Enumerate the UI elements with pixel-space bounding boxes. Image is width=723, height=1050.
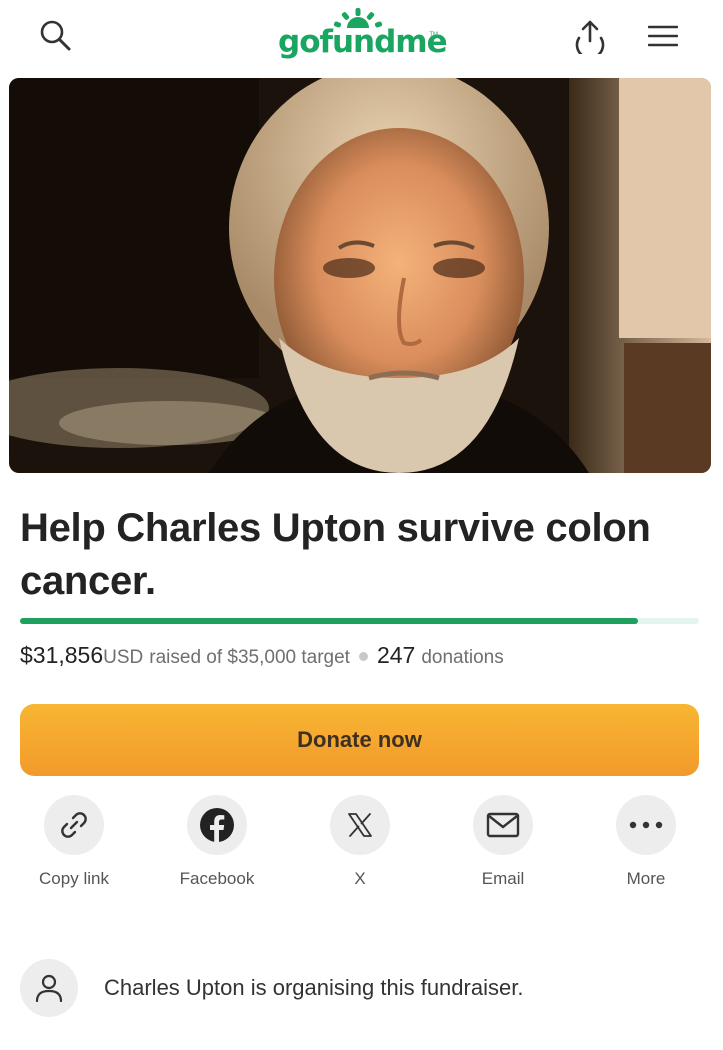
top-navigation-bar: gofundme TM xyxy=(0,0,723,76)
search-button[interactable] xyxy=(34,14,78,58)
separator-dot xyxy=(358,652,368,661)
organiser-avatar xyxy=(20,959,78,1017)
share-label: Email xyxy=(481,869,525,888)
search-icon xyxy=(40,20,71,51)
raised-target-text: raised of $35,000 target xyxy=(149,647,350,668)
x-icon xyxy=(348,813,372,837)
share-label: Facebook xyxy=(179,869,255,888)
organiser-row: Charles Upton is organising this fundrai… xyxy=(20,958,700,1018)
email-circle xyxy=(473,795,533,855)
menu-button[interactable] xyxy=(640,14,686,58)
share-label: X xyxy=(354,869,366,888)
x-circle xyxy=(330,795,390,855)
more-dots-icon xyxy=(629,821,663,829)
logo-wordmark: gofundme xyxy=(278,24,448,60)
donation-progress-bar xyxy=(20,618,699,624)
link-icon xyxy=(61,812,87,838)
logo-trademark: TM xyxy=(429,32,438,38)
fundraising-stats: $31,856 USD raised of $35,000 target 247… xyxy=(20,642,700,674)
upload-share-icon xyxy=(575,20,605,54)
campaign-hero-image xyxy=(9,78,711,473)
donations-count: 247 xyxy=(376,642,416,668)
copy-link-circle xyxy=(44,795,104,855)
person-icon xyxy=(35,974,63,1003)
share-email[interactable]: Email xyxy=(448,795,558,895)
progress-bar-fill xyxy=(20,618,638,624)
organiser-text: Charles Upton is organising this fundrai… xyxy=(104,975,524,1000)
share-facebook[interactable]: Facebook xyxy=(162,795,272,895)
gofundme-logo[interactable]: gofundme TM xyxy=(278,6,448,66)
email-icon xyxy=(486,812,520,838)
donate-now-button[interactable]: Donate now xyxy=(20,704,699,776)
facebook-circle xyxy=(187,795,247,855)
share-more[interactable]: More xyxy=(591,795,701,895)
share-button[interactable] xyxy=(568,14,612,58)
share-x[interactable]: X xyxy=(305,795,415,895)
share-label: More xyxy=(626,869,666,888)
hamburger-menu-icon xyxy=(648,25,678,47)
raised-amount: $31,856 xyxy=(20,642,104,668)
currency-label: USD xyxy=(103,647,144,668)
campaign-title: Help Charles Upton survive colon cancer. xyxy=(20,506,651,603)
donations-label: donations xyxy=(421,647,504,668)
share-copy-link[interactable]: Copy link xyxy=(19,795,129,895)
more-circle xyxy=(616,795,676,855)
share-label: Copy link xyxy=(39,869,109,888)
facebook-icon xyxy=(200,808,234,843)
